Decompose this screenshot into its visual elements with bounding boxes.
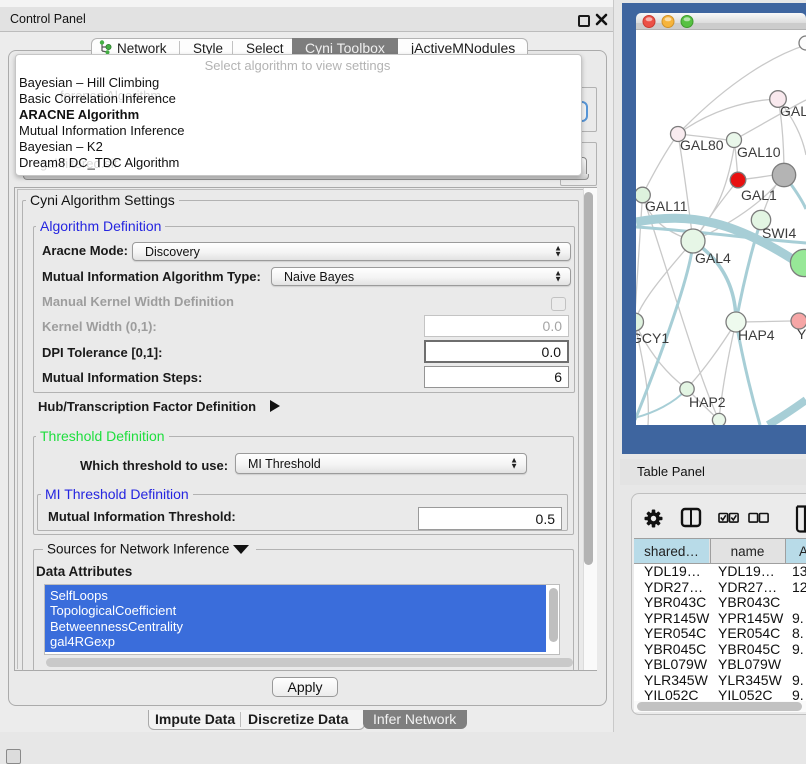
- svg-text:GAL80: GAL80: [680, 137, 724, 153]
- svg-text:GAL11: GAL11: [645, 198, 688, 214]
- svg-text:GAL4: GAL4: [695, 250, 731, 266]
- svg-text:HAP4: HAP4: [738, 327, 775, 343]
- svg-text:Y: Y: [797, 326, 806, 342]
- svg-text:HAP2: HAP2: [689, 394, 726, 410]
- svg-text:GAL1: GAL1: [741, 187, 777, 203]
- svg-text:SWI4: SWI4: [762, 225, 796, 241]
- svg-text:GAL10: GAL10: [737, 144, 781, 160]
- svg-text:GCY1: GCY1: [636, 330, 669, 346]
- svg-text:GAL: GAL: [780, 103, 806, 119]
